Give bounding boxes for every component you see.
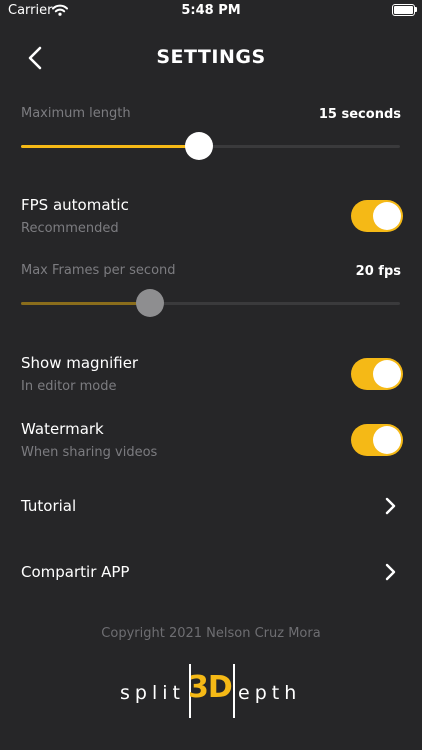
page-title: SETTINGS xyxy=(156,46,266,68)
show-magnifier-label: Show magnifier xyxy=(21,354,139,372)
logo-split-text: split xyxy=(120,682,185,704)
fps-automatic-label: FPS automatic xyxy=(21,196,129,214)
toggle-knob xyxy=(373,426,401,454)
chevron-right-icon xyxy=(385,563,396,581)
max-length-label: Maximum length xyxy=(21,106,131,121)
fps-automatic-toggle[interactable] xyxy=(351,200,403,232)
battery-icon xyxy=(392,4,415,16)
max-fps-slider[interactable] xyxy=(21,302,400,305)
share-app-row[interactable]: Compartir APP xyxy=(0,552,422,592)
logo-divider-right xyxy=(233,664,235,718)
app-logo: split 3D epth xyxy=(0,664,422,720)
logo-3d-text: 3D xyxy=(188,670,233,705)
max-fps-slider-fill xyxy=(21,302,150,305)
battery-tip xyxy=(415,7,417,12)
copyright-text: Copyright 2021 Nelson Cruz Mora xyxy=(101,626,321,641)
watermark-sublabel: When sharing videos xyxy=(21,445,158,460)
status-time: 5:48 PM xyxy=(181,3,241,18)
tutorial-row[interactable]: Tutorial xyxy=(0,486,422,526)
max-fps-slider-thumb[interactable] xyxy=(136,289,164,317)
show-magnifier-toggle[interactable] xyxy=(351,358,403,390)
logo-depth-text: epth xyxy=(238,682,302,704)
watermark-label: Watermark xyxy=(21,420,104,438)
fps-automatic-sublabel: Recommended xyxy=(21,221,119,236)
chevron-right-icon xyxy=(385,497,396,515)
max-length-slider-thumb[interactable] xyxy=(185,132,213,160)
toggle-knob xyxy=(373,360,401,388)
max-fps-label: Max Frames per second xyxy=(21,263,176,278)
max-length-value: 15 seconds xyxy=(318,107,401,122)
max-length-slider-fill xyxy=(21,145,199,148)
toggle-knob xyxy=(373,202,401,230)
share-app-label: Compartir APP xyxy=(21,563,130,581)
max-fps-value: 20 fps xyxy=(355,264,401,279)
watermark-toggle[interactable] xyxy=(351,424,403,456)
show-magnifier-sublabel: In editor mode xyxy=(21,379,117,394)
tutorial-label: Tutorial xyxy=(21,497,77,515)
